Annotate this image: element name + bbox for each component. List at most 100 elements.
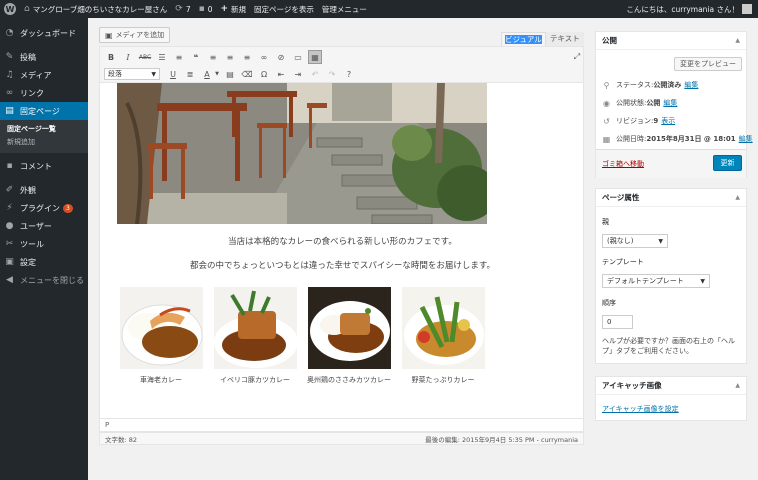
- move-to-trash-link[interactable]: ゴミ箱へ移動: [602, 159, 644, 169]
- dashboard-icon: ◔: [5, 27, 14, 38]
- sidebar-item-posts[interactable]: ✎ 投稿: [0, 48, 88, 66]
- template-select[interactable]: デフォルトテンプレート ▼: [602, 274, 710, 288]
- add-media-button[interactable]: ▣ メディアを追加: [99, 27, 171, 43]
- dish-image-1[interactable]: [120, 287, 203, 369]
- collapse-toggle-icon[interactable]: ▲: [735, 32, 740, 50]
- tab-visual[interactable]: ビジュアル: [501, 32, 546, 46]
- page-attributes-box: ページ属性 ▲ 親 (親なし) ▼ テンプレート デフォルトテンプレート ▼ 順序…: [595, 188, 747, 364]
- parent-label: 親: [602, 218, 609, 226]
- align-center-button[interactable]: ≡: [223, 50, 237, 64]
- outdent-button[interactable]: ⇤: [274, 67, 288, 81]
- updates-link[interactable]: ⟳ 7: [175, 4, 190, 14]
- undo-button[interactable]: ↶: [308, 67, 322, 81]
- sidebar-item-tools[interactable]: ✂ ツール: [0, 235, 88, 253]
- comments-link[interactable]: ▪ 0: [199, 4, 213, 14]
- underline-button[interactable]: U: [166, 67, 180, 81]
- order-input[interactable]: 0: [602, 315, 633, 329]
- numbered-list-button[interactable]: ≡: [172, 50, 186, 64]
- dish-image-4[interactable]: [402, 287, 485, 369]
- indent-button[interactable]: ⇥: [291, 67, 305, 81]
- sidebar-item-comments[interactable]: ▪ コメント: [0, 157, 88, 175]
- help-text: ヘルプが必要ですか？画面の右上の「ヘルプ」タブをご利用ください。: [602, 337, 735, 355]
- align-left-button[interactable]: ≡: [206, 50, 220, 64]
- sidebar-item-appearance[interactable]: ✐ 外観: [0, 181, 88, 199]
- date-label: 公開日時:: [616, 135, 647, 143]
- sidebar-item-pages[interactable]: ▤ 固定ページ: [0, 102, 88, 120]
- align-right-button[interactable]: ≡: [240, 50, 254, 64]
- eye-icon: ◉: [603, 98, 610, 108]
- page-attributes-header[interactable]: ページ属性 ▲: [596, 189, 746, 207]
- admin-menu-link[interactable]: 管理メニュー: [322, 4, 367, 15]
- sidebar-item-users[interactable]: ● ユーザー: [0, 217, 88, 235]
- comment-icon: ▪: [6, 160, 13, 171]
- plugins-update-badge: 3: [63, 203, 73, 213]
- view-page-link[interactable]: 固定ページを表示: [254, 4, 314, 15]
- editor-toolbar: B I ABC ☰ ≡ ❝ ≡ ≡ ≡ ∞ ⊘ ▭ ▦ ⤢ 段落 ▼ U ≣ A…: [99, 46, 584, 83]
- unlink-button[interactable]: ⊘: [274, 50, 288, 64]
- paste-text-button[interactable]: ▤: [223, 67, 237, 81]
- read-more-button[interactable]: ▭: [291, 50, 305, 64]
- chevron-down-icon: ▼: [658, 237, 663, 245]
- collapse-toggle-icon[interactable]: ▲: [735, 189, 740, 207]
- sidebar-item-dashboard[interactable]: ◔ ダッシュボード: [0, 24, 88, 42]
- edit-visibility-link[interactable]: 編集: [663, 98, 677, 108]
- set-featured-image-link[interactable]: アイキャッチ画像を設定: [602, 404, 679, 414]
- comment-bubble-icon: ▪: [198, 4, 205, 14]
- special-character-button[interactable]: Ω: [257, 67, 271, 81]
- text-color-button[interactable]: A: [200, 67, 214, 81]
- submenu-pages-new[interactable]: 新規追加: [0, 136, 88, 149]
- redo-button[interactable]: ↷: [325, 67, 339, 81]
- update-button[interactable]: 更新: [713, 155, 742, 171]
- sidebar-item-label: メニューを閉じる: [20, 275, 84, 285]
- insert-link-button[interactable]: ∞: [257, 50, 271, 64]
- history-icon: ↺: [603, 116, 610, 126]
- dish-image-2[interactable]: [214, 287, 297, 369]
- parent-select[interactable]: (親なし) ▼: [602, 234, 668, 248]
- dish-label-4: 野菜たっぷりカレー: [411, 376, 475, 384]
- site-name-link[interactable]: ⌂ マングローブ畑のちいさなカレー屋さん: [24, 4, 167, 15]
- dish-photo: [120, 287, 203, 369]
- pages-submenu: 固定ページ一覧 新規追加: [0, 120, 88, 153]
- tab-text[interactable]: テキスト: [546, 32, 584, 46]
- clear-format-button[interactable]: ⌫: [240, 67, 254, 81]
- calendar-icon: ▦: [602, 134, 611, 144]
- strikethrough-button[interactable]: ABC: [138, 50, 152, 64]
- collapse-menu-button[interactable]: ◀ メニューを閉じる: [0, 271, 88, 289]
- cafe-terrace-image[interactable]: [117, 83, 487, 224]
- users-icon: ●: [5, 220, 14, 231]
- featured-image-header[interactable]: アイキャッチ画像 ▲: [596, 377, 746, 395]
- view-revisions-link[interactable]: 表示: [661, 116, 675, 126]
- bullet-list-button[interactable]: ☰: [155, 50, 169, 64]
- new-content-link[interactable]: + 新規: [221, 4, 247, 15]
- avatar[interactable]: [742, 4, 752, 14]
- submenu-pages-all[interactable]: 固定ページ一覧: [0, 123, 88, 136]
- sidebar-item-label: 外観: [20, 185, 36, 195]
- sidebar-item-plugins[interactable]: ⚡ プラグイン 3: [0, 199, 88, 217]
- format-select[interactable]: 段落 ▼: [104, 68, 160, 80]
- edit-date-link[interactable]: 編集: [739, 134, 753, 144]
- collapse-toggle-icon[interactable]: ▲: [735, 377, 740, 395]
- help-button[interactable]: ?: [342, 67, 356, 81]
- status-row: ⚲ ステータス: 公開済み 編集: [602, 80, 699, 90]
- sidebar-item-links[interactable]: ∞ リンク: [0, 84, 88, 102]
- italic-button[interactable]: I: [121, 50, 135, 64]
- fullscreen-button[interactable]: ⤢: [570, 50, 584, 64]
- blockquote-button[interactable]: ❝: [189, 50, 203, 64]
- wordpress-logo-icon[interactable]: W: [4, 3, 16, 15]
- element-path[interactable]: P: [99, 418, 584, 432]
- publish-date-row: ▦ 公開日時: 2015年8月31日 @ 18:01 編集: [602, 134, 753, 144]
- text-color-dropdown-icon[interactable]: ▼: [214, 67, 220, 81]
- toolbar-toggle-button[interactable]: ▦: [308, 50, 322, 64]
- justify-button[interactable]: ≣: [183, 67, 197, 81]
- format-select-value: 段落: [108, 70, 122, 78]
- sidebar-item-media[interactable]: ♫ メディア: [0, 66, 88, 84]
- account-greeting[interactable]: こんにちは、currymania さん！: [626, 4, 739, 15]
- editor-content[interactable]: 当店は本格的なカレーの食べられる新しい形のカフェです。 都会の中でちょっといつも…: [99, 83, 584, 418]
- sidebar-item-label: ユーザー: [20, 221, 52, 231]
- dish-image-3[interactable]: [308, 287, 391, 369]
- preview-changes-button[interactable]: 変更をプレビュー: [674, 57, 742, 71]
- bold-button[interactable]: B: [104, 50, 118, 64]
- edit-status-link[interactable]: 編集: [684, 80, 698, 90]
- publish-box-header[interactable]: 公開 ▲: [596, 32, 746, 50]
- sidebar-item-settings[interactable]: ▣ 設定: [0, 253, 88, 271]
